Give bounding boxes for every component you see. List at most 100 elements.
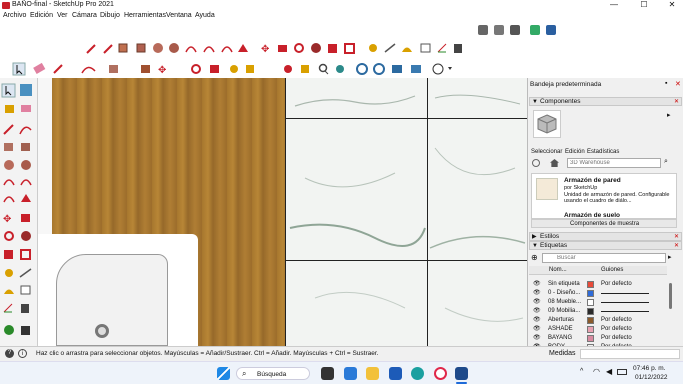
tag-color-swatch[interactable]: [587, 299, 594, 306]
info-icon[interactable]: i: [18, 349, 27, 358]
wifi-icon[interactable]: ◠: [593, 367, 600, 376]
follow-me-icon[interactable]: [311, 43, 321, 53]
polygon-left-icon[interactable]: [21, 160, 31, 170]
menu-archivo[interactable]: Archivo: [3, 12, 26, 19]
orbit-left-icon[interactable]: [4, 325, 14, 335]
sketchup-taskbar-icon[interactable]: [455, 367, 468, 380]
component-item-2-title[interactable]: Armazón de suelo: [564, 212, 620, 219]
select-tool-icon[interactable]: [12, 62, 26, 76]
warehouse-search-input[interactable]: [567, 158, 661, 168]
tags-close-icon[interactable]: ✕: [674, 242, 679, 250]
tag-row[interactable]: 👁 Aberturas Por defecto: [529, 316, 679, 325]
tab-edicion[interactable]: Edición: [565, 149, 585, 155]
tag-color-swatch[interactable]: [587, 281, 594, 288]
component-details-icon[interactable]: ▸: [667, 111, 671, 119]
tag-dash-line[interactable]: [601, 311, 649, 312]
tag-guide[interactable]: Por defecto: [601, 280, 632, 289]
dropdown-caret-icon[interactable]: [448, 67, 452, 70]
tag-guide[interactable]: Por defecto: [601, 325, 632, 334]
protractor-left-icon[interactable]: [4, 289, 14, 295]
offset-left-icon[interactable]: [20, 249, 31, 260]
start-icon[interactable]: [217, 367, 230, 380]
styles-header[interactable]: ▶ Estilos ✕: [529, 232, 682, 241]
visibility-eye-icon[interactable]: 👁: [533, 316, 541, 325]
line-tool-2-icon[interactable]: [53, 64, 63, 74]
taskbar-date[interactable]: 01/12/2022: [635, 374, 668, 381]
three-point-arc-icon[interactable]: [221, 46, 233, 53]
push-pull-icon[interactable]: [278, 45, 287, 52]
offset-tool-icon[interactable]: [344, 43, 355, 54]
tags-search-input[interactable]: [542, 253, 666, 263]
tape-left-icon[interactable]: [5, 269, 13, 277]
pan-icon[interactable]: [301, 65, 309, 73]
follow-me-left-icon[interactable]: [21, 231, 31, 241]
section-plane-icon[interactable]: [356, 63, 368, 75]
widgets-icon[interactable]: [344, 367, 357, 380]
dimension-tool-icon[interactable]: [384, 43, 396, 53]
tag-row[interactable]: 👁 09 Mobilia...: [529, 307, 679, 316]
component-item-title[interactable]: Armazón de pared: [564, 177, 621, 184]
tag-row[interactable]: 👁 ASHADE Por defecto: [529, 325, 679, 334]
move-left-icon[interactable]: ✥: [3, 214, 11, 225]
components-header[interactable]: ▼ Componentes ✕: [529, 97, 682, 106]
opera-icon[interactable]: [434, 367, 447, 380]
tab-seleccionar[interactable]: Seleccionar: [531, 149, 562, 155]
layout-send-icon[interactable]: [530, 25, 540, 35]
extension-warehouse-icon[interactable]: [494, 25, 504, 35]
styles-close-icon[interactable]: ✕: [674, 233, 679, 241]
section-cut-icon[interactable]: [373, 63, 385, 75]
tag-dash-line[interactable]: [601, 302, 649, 303]
tag-dash-line[interactable]: [601, 293, 649, 294]
menu-ver[interactable]: Ver: [57, 12, 68, 19]
section-fill-icon[interactable]: [411, 65, 421, 73]
model-viewport[interactable]: [38, 78, 527, 346]
protractor-icon[interactable]: [402, 47, 412, 53]
push-pull-2-icon[interactable]: [141, 65, 150, 73]
sample-components-bar[interactable]: Componentes de muestra: [531, 219, 677, 228]
push-pull-left-icon[interactable]: [21, 214, 30, 222]
arc-tool-2-icon[interactable]: [81, 66, 96, 74]
task-view-icon[interactable]: [321, 367, 334, 380]
paint-left-icon[interactable]: [5, 105, 14, 113]
preview-3d-icon[interactable]: [546, 25, 556, 35]
eraser-tool-icon[interactable]: [33, 62, 46, 74]
col-guides-header[interactable]: Guiones: [601, 267, 623, 273]
measurements-input[interactable]: [580, 349, 680, 359]
menu-ayuda[interactable]: Ayuda: [195, 12, 215, 19]
close-button[interactable]: ✕: [662, 0, 682, 11]
minimize-button[interactable]: —: [604, 0, 624, 11]
share-model-icon[interactable]: [510, 25, 520, 35]
file-explorer-icon[interactable]: [366, 367, 379, 380]
tag-row[interactable]: 👁 BAYANG Por defecto: [529, 334, 679, 343]
maximize-button[interactable]: ☐: [634, 0, 654, 11]
move-tool-icon[interactable]: ✥: [261, 44, 269, 55]
scale-tool-2-icon[interactable]: [210, 65, 219, 73]
paint-bucket-icon[interactable]: [246, 65, 254, 73]
visibility-eye-icon[interactable]: 👁: [533, 307, 541, 316]
rotate-tool-2-icon[interactable]: [191, 64, 201, 74]
menu-camara[interactable]: Cámara: [72, 12, 97, 19]
navigation-icon[interactable]: [532, 159, 540, 167]
home-icon[interactable]: [550, 159, 559, 167]
edge-icon[interactable]: [411, 367, 424, 380]
word-icon[interactable]: [389, 367, 402, 380]
battery-icon[interactable]: [617, 369, 627, 375]
tape-measure-2-icon[interactable]: [230, 65, 238, 73]
tray-close-button[interactable]: ✕: [675, 80, 681, 88]
volume-icon[interactable]: ◀: [606, 367, 612, 376]
axes-tool-icon[interactable]: [437, 43, 447, 53]
text-left-icon[interactable]: [20, 285, 31, 295]
two-point-arc-left-icon[interactable]: [20, 179, 32, 186]
freehand-tool-icon[interactable]: [103, 44, 113, 54]
tag-color-swatch[interactable]: [587, 326, 594, 333]
components-close-icon[interactable]: ✕: [674, 98, 679, 106]
rectangle-tool-2-icon[interactable]: [109, 65, 118, 73]
3d-text-left-icon[interactable]: [21, 304, 29, 313]
axes-left-icon[interactable]: [3, 303, 13, 313]
arc-tool-icon[interactable]: [185, 46, 197, 53]
tags-header[interactable]: ▼ Etiquetas ✕: [529, 241, 682, 250]
menu-dibujo[interactable]: Dibujo: [100, 12, 120, 19]
tag-color-swatch[interactable]: [587, 317, 594, 324]
component-tool-icon[interactable]: [20, 84, 32, 96]
menu-edicion[interactable]: Edición: [30, 12, 53, 19]
